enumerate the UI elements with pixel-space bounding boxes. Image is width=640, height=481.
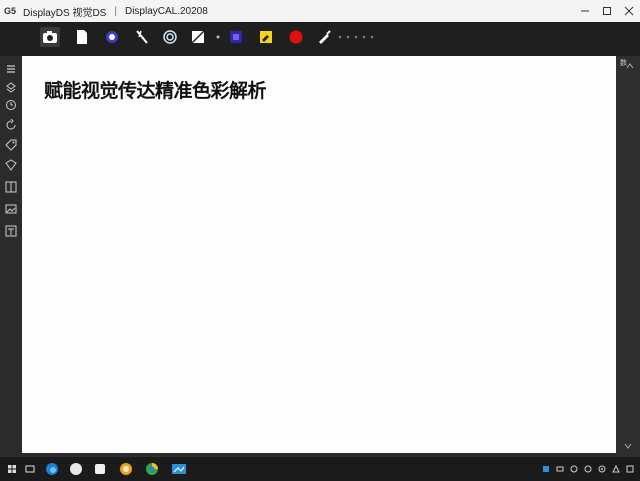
maximize-icon	[603, 7, 611, 15]
tray-volume[interactable]	[570, 465, 578, 473]
taskbar-display-app[interactable]	[170, 461, 188, 477]
taskbar-photo[interactable]	[118, 461, 134, 477]
app-logo: G5	[3, 6, 16, 16]
notification-icon	[626, 465, 634, 473]
dot-icon	[216, 35, 220, 39]
battery-icon	[584, 465, 592, 473]
window-subtitle: DisplayCAL.20208	[124, 5, 208, 17]
taskbar-edge[interactable]	[44, 461, 60, 477]
clock-icon	[612, 465, 620, 473]
close-button[interactable]	[618, 0, 640, 22]
target-icon	[163, 30, 177, 44]
search-icon	[25, 465, 35, 473]
document-tool[interactable]	[72, 27, 92, 47]
document-icon	[77, 30, 87, 44]
target-tool[interactable]	[160, 27, 180, 47]
window-controls	[574, 0, 640, 22]
start-button[interactable]	[4, 461, 20, 477]
pen-tool[interactable]	[314, 27, 334, 47]
red-record-icon	[289, 30, 303, 44]
bookmark-icon	[5, 159, 17, 171]
sidebar-history[interactable]	[3, 98, 19, 112]
close-icon	[624, 6, 634, 16]
toolbar	[0, 22, 640, 57]
tray-notification[interactable]	[626, 465, 634, 473]
history-icon	[6, 100, 16, 110]
files-icon	[95, 464, 105, 474]
display-app-icon	[172, 464, 186, 474]
collapse-icon	[7, 65, 15, 73]
tray-chat[interactable]	[556, 465, 564, 473]
minimize-button[interactable]	[574, 0, 596, 22]
window-title: DisplayDS 视觉DS	[23, 7, 107, 19]
sidebar-layers[interactable]	[3, 80, 19, 94]
taskbar-files[interactable]	[92, 461, 108, 477]
edge-icon	[46, 463, 58, 475]
note-tool[interactable]	[256, 27, 276, 47]
chat-icon	[556, 466, 564, 472]
settings-tray-icon	[598, 465, 606, 473]
system-tray	[542, 463, 634, 475]
left-sidebar	[0, 56, 22, 456]
settings-icon	[338, 35, 374, 39]
color-wheel-icon	[106, 31, 118, 43]
color-wheel-tool[interactable]	[102, 27, 122, 47]
canvas[interactable]: 赋能视觉传达精准色彩解析	[22, 56, 616, 453]
network-icon	[543, 466, 549, 472]
sidebar-image[interactable]	[3, 202, 19, 216]
sidebar-refresh[interactable]	[3, 118, 19, 132]
camera-tool[interactable]	[40, 27, 60, 47]
scroll-up-button[interactable]	[624, 60, 636, 72]
brush-tool[interactable]	[132, 27, 152, 47]
tool-options[interactable]	[336, 27, 384, 47]
start-icon	[8, 465, 16, 473]
sidebar-collapse[interactable]	[3, 62, 19, 76]
crop-icon	[191, 30, 205, 44]
crop-tool[interactable]	[188, 27, 208, 47]
chrome-icon	[146, 463, 158, 475]
tray-settings[interactable]	[598, 465, 606, 473]
scroll-down-button[interactable]	[616, 440, 640, 452]
sidebar-text[interactable]	[3, 224, 19, 238]
volume-icon	[570, 465, 578, 473]
sidebar-tag[interactable]	[3, 138, 19, 152]
gradient-icon	[230, 31, 242, 43]
chevron-up-icon	[626, 63, 634, 69]
photo-icon	[120, 463, 132, 475]
title-bar: G5 DisplayDS 视觉DS | DisplayCAL.20208	[0, 0, 640, 22]
right-panel: 数	[616, 56, 640, 456]
taskbar-chrome[interactable]	[144, 461, 160, 477]
image-icon	[5, 204, 17, 214]
brush-icon	[136, 30, 148, 44]
page-title: 赋能视觉传达精准色彩解析	[44, 80, 267, 102]
refresh-icon	[6, 119, 16, 130]
title-separator: |	[114, 5, 117, 17]
record-tool[interactable]	[286, 27, 306, 47]
tray-clock[interactable]	[612, 465, 620, 473]
taskbar	[0, 456, 640, 481]
layers-icon	[6, 82, 16, 93]
taskbar-search[interactable]	[22, 461, 38, 477]
tag-icon	[5, 139, 17, 151]
tray-network[interactable]	[542, 465, 550, 473]
taskbar-circle-app[interactable]	[68, 461, 84, 477]
tray-battery[interactable]	[584, 465, 592, 473]
dot-tool[interactable]	[208, 27, 228, 47]
gradient-tool[interactable]	[226, 27, 246, 47]
camera-icon	[43, 31, 57, 43]
sidebar-bookmark[interactable]	[3, 158, 19, 172]
maximize-button[interactable]	[596, 0, 618, 22]
pen-icon	[319, 30, 331, 44]
circle-icon	[70, 463, 82, 475]
text-icon	[5, 225, 17, 237]
grid-icon	[5, 181, 17, 193]
sidebar-grid[interactable]	[3, 180, 19, 194]
chevron-down-icon	[624, 443, 632, 449]
yellow-note-icon	[260, 31, 272, 43]
minimize-icon	[581, 10, 589, 12]
